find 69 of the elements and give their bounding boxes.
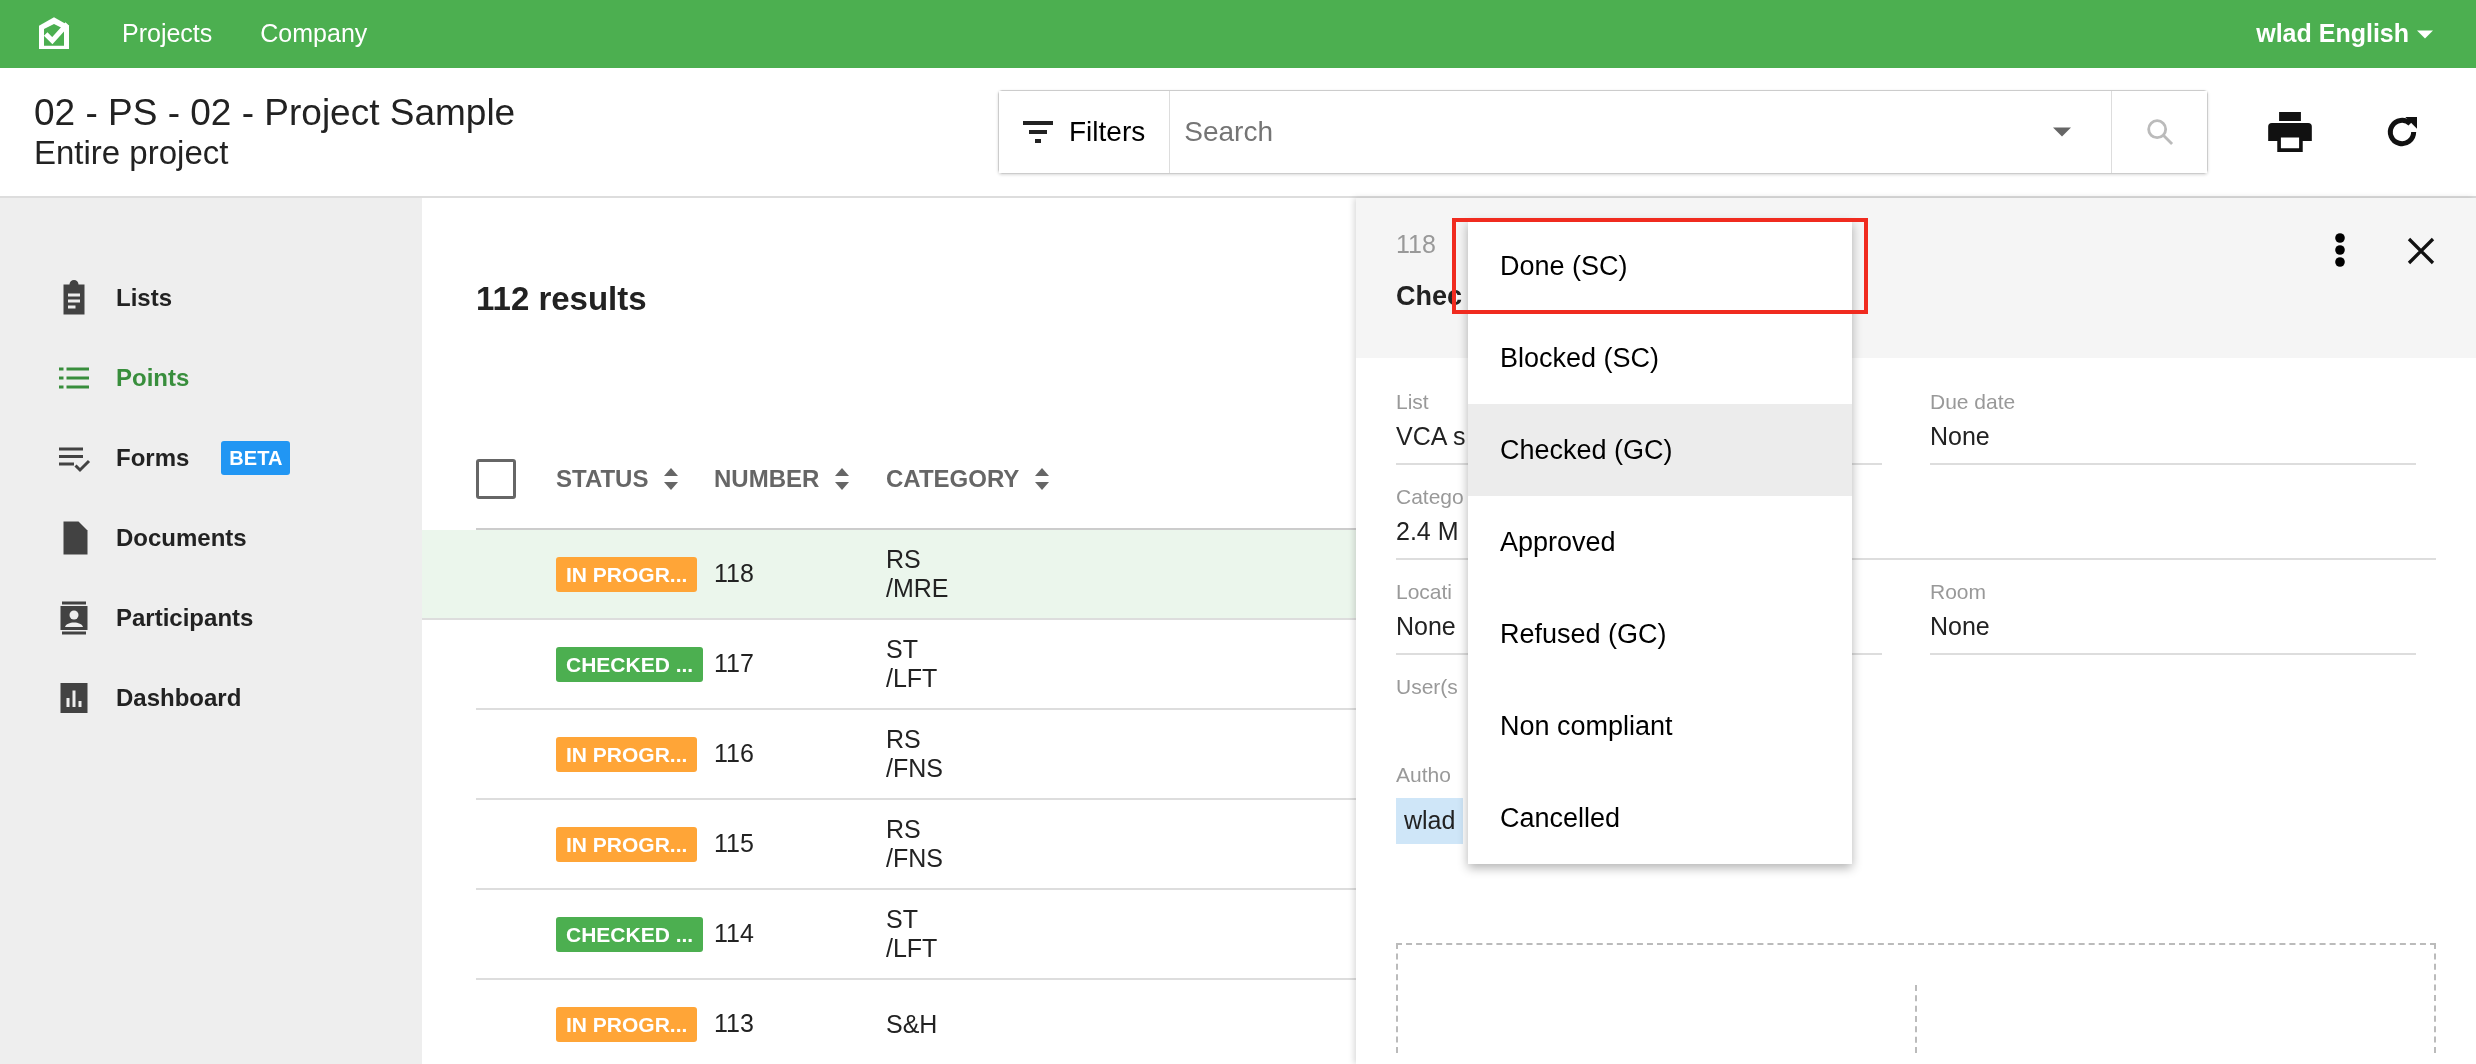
menu-item[interactable]: Approved [1468,496,1852,588]
category-cell: S&H [886,1009,938,1039]
more-options-icon[interactable] [2334,232,2346,268]
sidebar-item[interactable]: Dashboard [0,658,422,738]
menu-item[interactable]: Refused (GC) [1468,588,1852,680]
table-row[interactable]: IN PROGR... 113 S&H [476,980,1356,1064]
sidebar-item[interactable]: Points [0,338,422,418]
close-icon[interactable] [2406,236,2436,266]
caret-icon [2417,29,2433,39]
number-cell-text: 114 [714,918,755,950]
sort-icon [1035,468,1050,490]
point-number: 118 [1396,229,1437,260]
beta-badge: BETA [221,441,291,475]
project-title: 02 - PS - 02 - Project Sample [34,91,516,135]
status-badge: CHECKED ... [556,917,704,953]
search-bar[interactable]: Filters Search [998,90,2208,174]
status-badge: IN PROGR... [556,737,698,773]
number-cell-text: 115 [714,828,755,860]
print-icon[interactable] [2268,112,2312,152]
table-row[interactable]: IN PROGR... 118 RS /MRE [422,530,1356,620]
caret-icon[interactable] [2053,127,2071,137]
field-value: None [1930,611,1990,640]
sidebar-item[interactable]: Forms BETA [0,418,422,498]
menu-item[interactable]: Checked (GC) [1468,404,1852,496]
field-value: None [1930,421,1990,450]
field-value: None [1396,611,1456,640]
select-all-checkbox[interactable] [476,459,516,499]
status-badge: IN PROGR... [556,827,698,863]
table-row[interactable]: IN PROGR... 115 RS /FNS [476,800,1356,890]
field-value: 2.4 M [1396,516,1459,545]
project-scope: Entire project [34,134,230,173]
category-cell: RS /FNS [886,725,943,783]
filters-button[interactable]: Filters [999,91,1171,173]
number-cell-text: 116 [714,738,755,770]
field-label: Due date [1930,389,2016,415]
field-label: Autho [1396,761,1451,788]
number-cell-text: 118 [714,558,755,590]
number-cell-text: 117 [714,648,755,680]
category-cell: RS /MRE [886,545,949,603]
table-row[interactable]: CHECKED ... 117 ST /LFT [476,620,1356,710]
menu-item[interactable]: Blocked (SC) [1468,312,1852,404]
status-badge: CHECKED ... [556,647,704,683]
menu-item[interactable]: Cancelled [1468,772,1852,864]
field-label: Room [1930,579,1987,605]
column-header[interactable]: STATUS [556,461,714,497]
results-count: 112 results [475,279,648,319]
sidebar-item[interactable]: Documents [0,498,422,578]
field-value: VCA s [1396,421,1466,450]
category-cell: ST /LFT [886,635,938,693]
number-cell-text: 113 [714,1008,755,1040]
column-header[interactable]: NUMBER [714,461,886,497]
table-row[interactable]: CHECKED ... 114 ST /LFT [476,890,1356,980]
column-header[interactable]: CATEGORY [886,461,1086,497]
category-cell: ST /LFT [886,905,938,963]
field-label: User(s [1396,674,1458,700]
status-badge: IN PROGR... [556,557,698,593]
status-badge: IN PROGR... [556,1007,698,1043]
user-chip: wlad [1396,798,1464,844]
field-label: Catego [1396,484,1464,510]
sidebar-item[interactable]: Participants [0,578,422,658]
menu-item[interactable]: Non compliant [1468,680,1852,772]
field-label: List [1396,389,1429,415]
filter-icon [1023,121,1053,143]
sort-icon [664,468,679,490]
category-cell: RS /FNS [886,815,943,873]
table-row[interactable]: IN PROGR... 116 RS /FNS [476,710,1356,800]
sort-icon [835,468,850,490]
field-label: Locati [1396,579,1453,605]
sidebar-item[interactable]: Lists [0,258,422,338]
